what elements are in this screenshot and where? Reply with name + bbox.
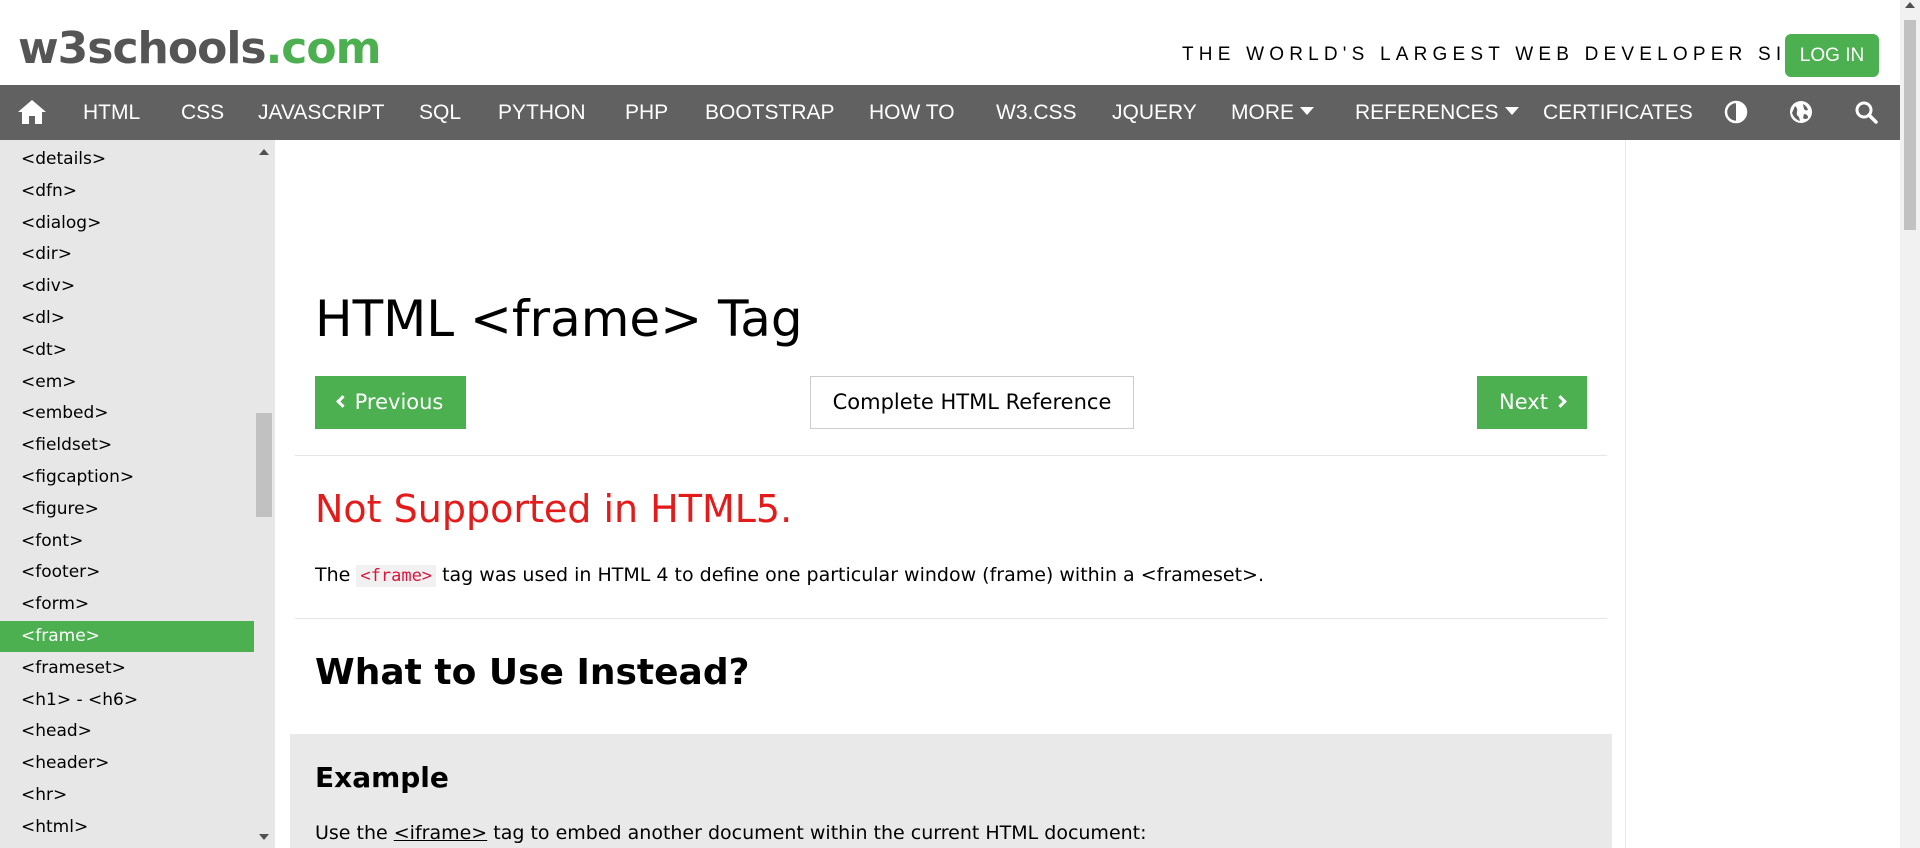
page-scrollbar-thumb[interactable] [1904,20,1916,230]
logo-suffix: .com [265,23,382,74]
site-logo[interactable]: w3schools.com [18,22,382,76]
right-ad-column [1625,140,1900,848]
sidebar-item[interactable]: <dt> [0,335,254,366]
chevron-left-icon [335,394,349,408]
next-label: Next [1499,390,1548,414]
sidebar-item[interactable]: <dl> [0,303,254,334]
previous-button[interactable]: Previous [315,376,466,429]
sidebar-item[interactable]: <hr> [0,780,254,811]
page-title: HTML <frame> Tag [315,290,803,348]
divider [295,455,1607,456]
sidebar-item[interactable]: <head> [0,716,254,747]
sidebar-item[interactable]: <dialog> [0,208,254,239]
search-icon[interactable] [1853,99,1879,125]
description-paragraph: The <frame> tag was used in HTML 4 to de… [315,564,1264,587]
sidebar-item[interactable]: <h1> - <h6> [0,685,254,716]
nav-css[interactable]: CSS [181,85,224,140]
previous-label: Previous [354,390,444,414]
sidebar-item[interactable]: <frame> [0,621,254,652]
sidebar-item[interactable]: <html> [0,812,254,843]
sidebar-item[interactable]: <figure> [0,494,254,525]
sidebar: <details> <dfn> <dialog> <dir> <div> <dl> <dt>… [0,140,275,848]
globe-icon[interactable] [1788,99,1814,125]
scroll-down-arrow-icon[interactable] [259,834,269,840]
sidebar-item[interactable]: <div> [0,271,254,302]
nav-sql[interactable]: SQL [419,85,461,140]
main-navbar: HTML CSS JAVASCRIPT SQL PYTHON PHP BOOTS… [0,85,1900,140]
nav-javascript[interactable]: JAVASCRIPT [258,85,384,140]
example-heading: Example [315,761,449,794]
next-button[interactable]: Next [1477,376,1587,429]
complete-reference-button[interactable]: Complete HTML Reference [810,376,1134,429]
desc-text-after: tag was used in HTML 4 to define one par… [442,564,1264,586]
logo-text: w3schools [18,23,267,74]
sidebar-item[interactable]: <form> [0,589,254,620]
not-supported-heading: Not Supported in HTML5. [315,487,793,531]
sidebar-item[interactable]: <header> [0,748,254,779]
nav-python[interactable]: PYTHON [498,85,586,140]
caret-down-icon [1504,107,1519,116]
sidebar-item[interactable]: <frameset> [0,653,254,684]
nav-how-to[interactable]: HOW TO [869,85,955,140]
divider [295,618,1607,619]
iframe-link[interactable]: <iframe> [394,822,487,844]
sidebar-item[interactable]: <details> [0,144,254,175]
inline-code: <frame> [356,565,437,587]
nav-more-label: MORE [1231,101,1294,124]
nav-html[interactable]: HTML [83,85,140,140]
nav-php[interactable]: PHP [625,85,668,140]
sidebar-scrollbar-thumb[interactable] [256,413,272,517]
top-header: w3schools.com THE WORLD'S LARGEST WEB DE… [0,0,1900,85]
example-paragraph: Use the <iframe> tag to embed another do… [315,822,1147,844]
scroll-up-arrow-icon[interactable] [1905,2,1915,8]
nav-bootstrap[interactable]: BOOTSTRAP [705,85,835,140]
example-text-before: Use the [315,822,388,844]
home-icon[interactable] [16,97,48,127]
nav-w3css[interactable]: W3.CSS [996,85,1077,140]
login-button[interactable]: LOG IN [1785,34,1879,77]
site-tagline: THE WORLD'S LARGEST WEB DEVELOPER SITE [1182,44,1822,65]
sidebar-item[interactable]: <figcaption> [0,462,254,493]
sidebar-item[interactable]: <footer> [0,557,254,588]
nav-jquery[interactable]: JQUERY [1112,85,1197,140]
example-text-after: tag to embed another document within the… [493,822,1147,844]
scroll-up-arrow-icon[interactable] [259,149,269,155]
contrast-icon[interactable] [1723,99,1749,125]
nav-certificates[interactable]: CERTIFICATES [1543,85,1693,140]
sidebar-item[interactable]: <dir> [0,239,254,270]
desc-text-before: The [315,564,351,586]
sidebar-item[interactable]: <dfn> [0,176,254,207]
sidebar-item[interactable]: <fieldset> [0,430,254,461]
chevron-right-icon [1554,394,1567,408]
nav-more[interactable]: MORE [1231,85,1314,140]
sidebar-item[interactable]: <em> [0,367,254,398]
nav-references-label: REFERENCES [1355,101,1499,124]
nav-references[interactable]: REFERENCES [1355,85,1519,140]
caret-down-icon [1300,107,1314,116]
section-heading: What to Use Instead? [315,652,750,693]
sidebar-item[interactable]: <font> [0,526,254,557]
sidebar-item[interactable]: <embed> [0,398,254,429]
